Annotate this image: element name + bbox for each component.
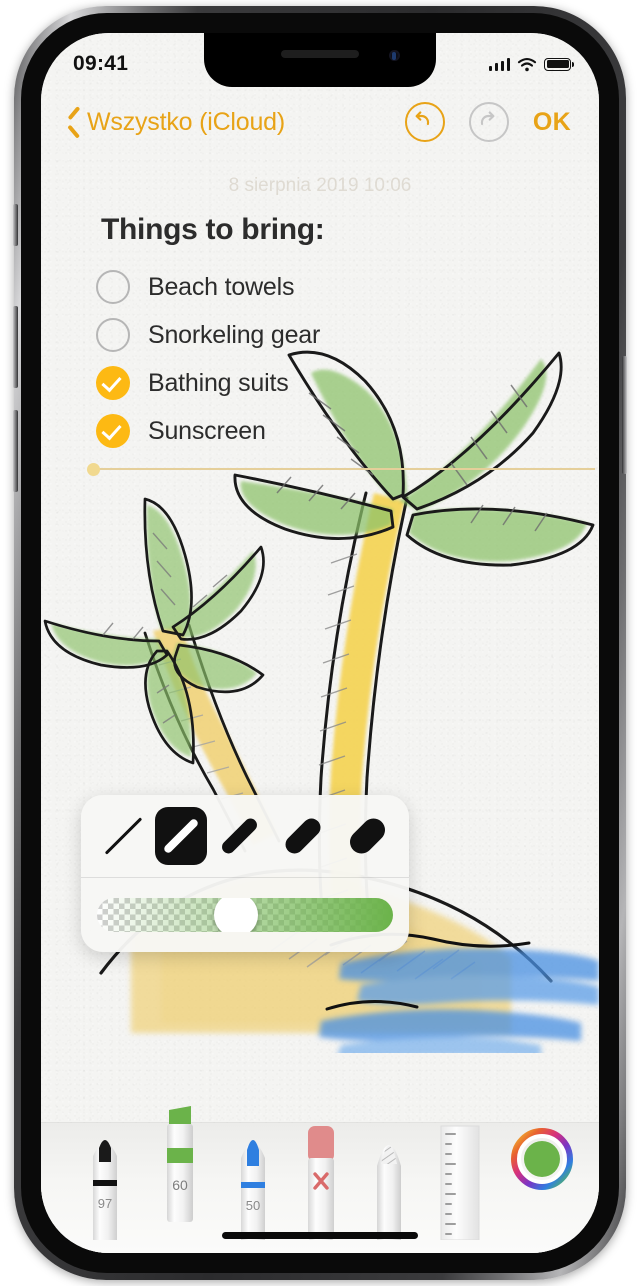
redo-button[interactable] [468,102,509,142]
highlighter-tool-label: 60 [172,1177,188,1193]
wifi-icon [517,57,537,71]
silent-switch-button[interactable] [13,204,18,246]
phone-device-frame: 8 sierpnia 2019 10:06 Things to bring: B… [13,6,627,1280]
status-bar-clock: 09:41 [73,52,129,75]
cellular-bars-icon [488,57,510,71]
tool-list: 97 60 50 [41,1106,599,1241]
color-picker[interactable] [511,1128,573,1195]
checklist-item[interactable]: Beach towels [96,263,569,311]
checkbox-beach-towels[interactable] [96,270,130,304]
stroke-width-swatch [162,817,200,855]
power-button[interactable] [622,356,627,474]
opacity-slider-track[interactable] [97,898,393,932]
marker-tool-label: 50 [246,1198,260,1213]
note-title: Things to bring: [101,213,325,246]
done-button[interactable]: OK [533,108,571,137]
stroke-width-popup [81,795,409,952]
pen-tool[interactable]: 97 [77,1122,133,1245]
checklist-item[interactable]: Snorkeling gear [96,311,569,359]
stroke-width-options [81,795,409,877]
phone-screen: 8 sierpnia 2019 10:06 Things to bring: B… [41,33,599,1253]
checklist-item[interactable]: Sunscreen [96,407,569,455]
pencil-tool[interactable] [363,1122,415,1245]
nav-bar-actions: OK [404,102,599,142]
highlighter-tool[interactable]: 60 [151,1104,209,1227]
undo-button[interactable] [404,102,445,142]
checklist-item-label: Bathing suits [148,368,289,397]
stroke-width-option-2[interactable] [155,807,207,865]
back-button[interactable]: Wszystko (iCloud) [41,108,285,137]
home-indicator[interactable] [222,1232,418,1239]
opacity-slider[interactable] [81,878,409,952]
volume-down-button[interactable] [13,410,18,492]
stroke-width-option-1[interactable] [91,807,155,865]
opacity-slider-thumb[interactable] [214,898,259,932]
stroke-width-swatch [281,814,325,858]
stroke-width-swatch [104,817,142,855]
chevron-left-icon [67,111,80,133]
checklist-item-label: Sunscreen [148,416,266,445]
back-button-label: Wszystko (iCloud) [87,107,286,136]
checklist-item[interactable]: Bathing suits [96,359,569,407]
status-bar: 09:41 [41,33,599,87]
checklist: Beach towels Snorkeling gear Bathing sui… [96,263,569,455]
marker-tool[interactable]: 50 [227,1122,279,1245]
checklist-item-label: Beach towels [148,272,295,301]
stroke-width-option-5[interactable] [335,807,399,865]
pen-tool-label: 97 [98,1196,112,1211]
volume-up-button[interactable] [13,306,18,388]
note-body: Things to bring: Beach towels Snorkeling… [41,183,599,1253]
note-divider [87,463,595,474]
eraser-tool[interactable] [295,1122,347,1245]
drawing-toolbar: 97 60 50 [41,1106,599,1253]
stroke-width-option-4[interactable] [271,807,335,865]
device-bezel: 8 sierpnia 2019 10:06 Things to bring: B… [21,13,619,1273]
color-picker-current-swatch [524,1141,560,1177]
status-bar-indicators [488,57,590,72]
checkbox-bathing-suits[interactable] [96,366,130,400]
stroke-width-option-3[interactable] [207,807,271,865]
checkbox-snorkeling-gear[interactable] [96,318,130,352]
checkbox-sunscreen[interactable] [96,414,130,448]
navigation-bar: Wszystko (iCloud) OK [41,93,599,151]
battery-full-icon [544,57,574,71]
stroke-width-swatch [344,813,390,859]
stroke-width-swatch [218,815,260,857]
checklist-item-label: Snorkeling gear [148,320,321,349]
ruler-tool[interactable] [433,1122,485,1245]
